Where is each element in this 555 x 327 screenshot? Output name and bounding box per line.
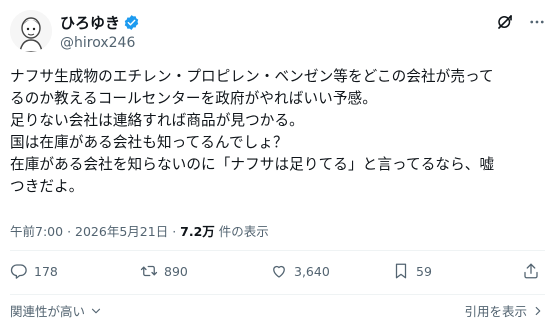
reply-count: 178 bbox=[34, 263, 58, 279]
repost-button[interactable]: 890 bbox=[140, 262, 188, 280]
tweet-text: ナフサ生成物のエチレン・プロピレン・ベンゼン等をどこの会社が売って るのか教える… bbox=[10, 66, 546, 198]
tweet-line: 国は在庫がある会社も知ってるんでしょ？ bbox=[10, 134, 288, 151]
post-date[interactable]: 2026年5月21日 bbox=[75, 224, 168, 239]
action-bar: 178 890 3,640 59 bbox=[10, 262, 545, 284]
verified-badge-icon[interactable] bbox=[123, 14, 140, 31]
repost-icon bbox=[140, 265, 158, 277]
bookmark-icon bbox=[395, 263, 407, 279]
tweet-line: るのか教えるコールセンターを政府がやればいい予感。 bbox=[10, 90, 377, 107]
sort-dropdown[interactable]: 関連性が高い bbox=[10, 301, 103, 320]
reply-icon bbox=[10, 264, 27, 279]
author-block: ひろゆき @hirox246 bbox=[60, 12, 140, 53]
tweet-line: つきだよ。 bbox=[10, 178, 84, 195]
tweet-meta: 午前7:00 · 2026年5月21日 · 7.2万 件の表示 bbox=[10, 221, 269, 240]
tweet-line: ナフサ生成物のエチレン・プロピレン・ベンゼン等をどこの会社が売って bbox=[10, 68, 494, 85]
avatar[interactable] bbox=[10, 10, 52, 52]
bookmark-button[interactable]: 59 bbox=[392, 262, 432, 280]
view-quotes-link[interactable]: 引用を表示 bbox=[464, 301, 545, 320]
meta-separator: · bbox=[67, 224, 72, 239]
reply-button[interactable]: 178 bbox=[10, 262, 58, 280]
like-icon bbox=[273, 265, 285, 278]
divider bbox=[10, 250, 545, 251]
replies-footer: 関連性が高い 引用を表示 bbox=[10, 301, 545, 321]
header-actions bbox=[495, 12, 547, 32]
like-count: 3,640 bbox=[294, 263, 330, 279]
chevron-right-icon bbox=[535, 306, 541, 315]
repost-count: 890 bbox=[164, 263, 188, 279]
divider bbox=[10, 294, 545, 295]
avatar-portrait-icon bbox=[10, 10, 52, 52]
name-row: ひろゆき bbox=[60, 12, 140, 32]
tweet-line: 足りない会社は連絡すれば商品が見つかる。 bbox=[10, 112, 304, 129]
meta-separator: · bbox=[172, 224, 177, 239]
grok-icon[interactable] bbox=[495, 12, 515, 32]
post-time[interactable]: 午前7:00 bbox=[10, 224, 63, 239]
view-quotes-label: 引用を表示 bbox=[464, 304, 527, 319]
views-label: 件の表示 bbox=[218, 224, 269, 239]
sort-label: 関連性が高い bbox=[10, 304, 86, 319]
share-icon bbox=[524, 263, 538, 279]
bookmark-count: 59 bbox=[416, 263, 432, 279]
display-name[interactable]: ひろゆき bbox=[60, 12, 120, 33]
tweet-line: 在庫がある会社を知らないのに「ナフサは足りてる」と言ってるなら、嘘 bbox=[10, 156, 495, 173]
share-button[interactable] bbox=[522, 262, 540, 280]
user-handle[interactable]: @hirox246 bbox=[60, 35, 140, 53]
like-button[interactable]: 3,640 bbox=[270, 262, 330, 280]
tweet-card: ひろゆき @hirox246 ナフサ生成物のエチレン・プロピレン・ベンゼン等をど… bbox=[0, 0, 555, 327]
more-icon[interactable] bbox=[527, 12, 547, 32]
chevron-down-icon bbox=[91, 308, 101, 313]
views-count[interactable]: 7.2万 bbox=[180, 224, 215, 239]
